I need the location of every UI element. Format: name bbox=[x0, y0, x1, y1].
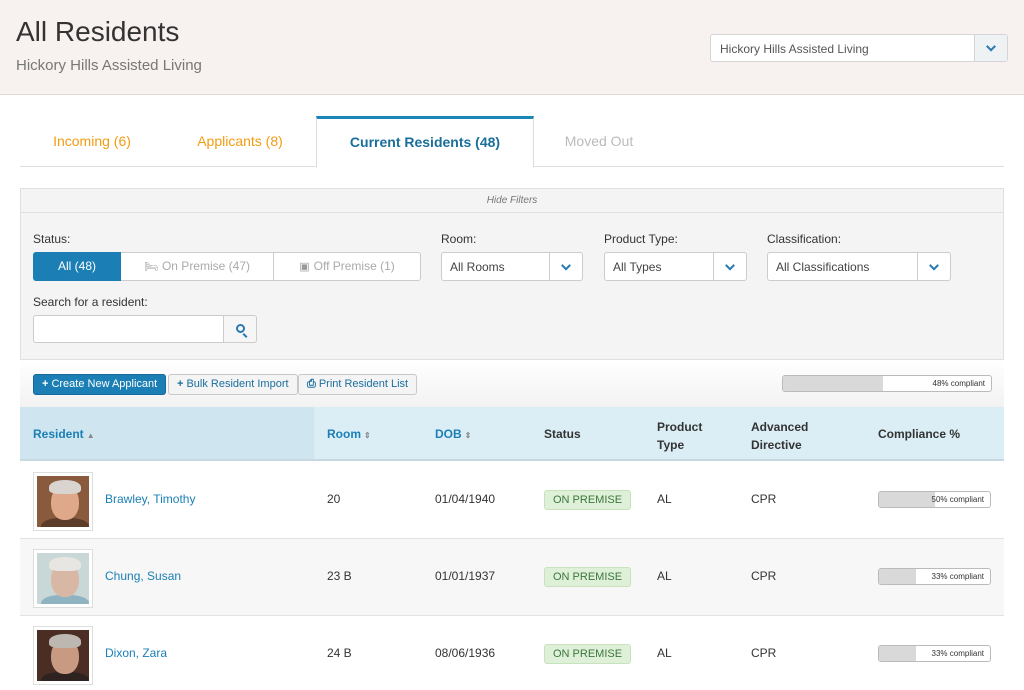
create-applicant-button[interactable]: + Create New Applicant bbox=[33, 374, 167, 395]
compliance-bar: 50% compliant bbox=[878, 491, 991, 508]
header-advanced-directive: Advanced Directive bbox=[751, 420, 809, 452]
directive-cell: CPR bbox=[751, 646, 777, 660]
search-input[interactable] bbox=[33, 315, 224, 343]
room-cell: 24 B bbox=[327, 646, 352, 660]
filters-panel: Hide Filters Status: All (48) 🛏 On Premis… bbox=[20, 188, 1004, 360]
chevron-down-icon[interactable] bbox=[713, 253, 746, 280]
status-on-premise-button[interactable]: 🛏 On Premise (47) bbox=[121, 252, 274, 281]
product-cell: AL bbox=[657, 646, 672, 660]
header-resident[interactable]: Resident ▲ bbox=[33, 427, 95, 441]
resident-photo[interactable] bbox=[33, 626, 93, 685]
status-badge: ON PREMISE bbox=[544, 644, 632, 664]
hide-filters-toggle[interactable]: Hide Filters bbox=[21, 189, 1003, 213]
search-group bbox=[33, 315, 258, 343]
facility-select-value: Hickory Hills Assisted Living bbox=[720, 42, 869, 56]
compliance-fill bbox=[879, 646, 916, 661]
directive-cell: CPR bbox=[751, 492, 777, 506]
resident-name-link[interactable]: Brawley, Timothy bbox=[105, 492, 195, 506]
compliance-fill bbox=[879, 492, 935, 507]
status-filter: All (48) 🛏 On Premise (47) ▣ Off Premise (… bbox=[33, 252, 421, 281]
page-header: All Residents Hickory Hills Assisted Liv… bbox=[0, 0, 1024, 95]
room-select-value: All Rooms bbox=[450, 260, 505, 274]
chevron-down-icon[interactable] bbox=[549, 253, 582, 280]
plus-icon: + bbox=[177, 378, 184, 390]
table-row[interactable]: Dixon, Zara 24 B 08/06/1936 ON PREMISE A… bbox=[20, 616, 1004, 690]
page-subtitle: Hickory Hills Assisted Living bbox=[16, 57, 202, 74]
table-header: Resident ▲ Room ⇕ DOB ⇕ Status Product Type… bbox=[20, 407, 1004, 461]
resident-photo[interactable] bbox=[33, 472, 93, 531]
bed-icon: 🛏 bbox=[144, 261, 158, 273]
resident-name-link[interactable]: Chung, Susan bbox=[105, 569, 181, 583]
chevron-down-icon[interactable] bbox=[917, 253, 950, 280]
plus-icon: + bbox=[42, 378, 49, 390]
header-dob[interactable]: DOB ⇕ bbox=[435, 427, 471, 441]
header-compliance: Compliance % bbox=[878, 427, 961, 441]
compliance-bar: 33% compliant bbox=[878, 568, 991, 585]
tab-incoming[interactable]: Incoming (6) bbox=[20, 116, 164, 167]
resident-name-link[interactable]: Dixon, Zara bbox=[105, 646, 167, 660]
tab-moved-out[interactable]: Moved Out bbox=[534, 116, 664, 167]
classification-select[interactable]: All Classifications bbox=[767, 252, 951, 281]
product-cell: AL bbox=[657, 492, 672, 506]
sort-icon: ⇕ bbox=[464, 431, 472, 440]
tab-current-residents[interactable]: Current Residents (48) bbox=[316, 116, 534, 168]
sort-asc-icon: ▲ bbox=[86, 431, 95, 440]
room-cell: 20 bbox=[327, 492, 341, 506]
table-row[interactable]: Brawley, Timothy 20 01/04/1940 ON PREMIS… bbox=[20, 462, 1004, 539]
search-label: Search for a resident: bbox=[33, 295, 148, 309]
classification-value: All Classifications bbox=[776, 260, 870, 274]
status-all-button[interactable]: All (48) bbox=[33, 252, 121, 281]
print-list-button[interactable]: ⎙ Print Resident List bbox=[298, 374, 418, 395]
room-select[interactable]: All Rooms bbox=[441, 252, 583, 281]
status-badge: ON PREMISE bbox=[544, 567, 632, 587]
actions-bar: + Create New Applicant + Bulk Resident Imp… bbox=[20, 361, 1004, 407]
resident-tabs: Incoming (6) Applicants (8) Current Resi… bbox=[20, 116, 1004, 168]
tab-applicants[interactable]: Applicants (8) bbox=[170, 116, 310, 167]
compliance-text: 33% compliant bbox=[931, 649, 984, 658]
briefcase-icon: ▣ bbox=[299, 261, 310, 273]
search-button[interactable] bbox=[223, 315, 257, 343]
compliance-bar: 33% compliant bbox=[878, 645, 991, 662]
compliance-fill bbox=[783, 376, 883, 391]
bulk-import-button[interactable]: + Bulk Resident Import bbox=[168, 374, 298, 395]
room-filter-label: Room: bbox=[441, 232, 477, 246]
status-filter-label: Status: bbox=[33, 232, 71, 246]
compliance-text: 50% compliant bbox=[931, 495, 984, 504]
dob-cell: 01/01/1937 bbox=[435, 569, 496, 583]
classification-filter-label: Classification: bbox=[767, 232, 842, 246]
page-title: All Residents bbox=[16, 16, 180, 47]
facility-select[interactable]: Hickory Hills Assisted Living bbox=[710, 34, 1008, 62]
search-icon bbox=[236, 324, 245, 333]
compliance-text: 33% compliant bbox=[931, 572, 984, 581]
dob-cell: 08/06/1936 bbox=[435, 646, 496, 660]
product-type-select[interactable]: All Types bbox=[604, 252, 747, 281]
table-row[interactable]: Chung, Susan 23 B 01/01/1937 ON PREMISE … bbox=[20, 539, 1004, 616]
resident-photo[interactable] bbox=[33, 549, 93, 608]
dob-cell: 01/04/1940 bbox=[435, 492, 496, 506]
header-product-type: Product Type bbox=[657, 420, 703, 452]
print-icon: ⎙ bbox=[307, 378, 316, 390]
status-badge: ON PREMISE bbox=[544, 490, 632, 510]
status-off-premise-button[interactable]: ▣ Off Premise (1) bbox=[274, 252, 421, 281]
compliance-fill bbox=[879, 569, 916, 584]
compliance-text: 48% compliant bbox=[932, 379, 985, 388]
sort-icon: ⇕ bbox=[364, 431, 371, 440]
product-filter-label: Product Type: bbox=[604, 232, 678, 246]
overall-compliance-bar: 48% compliant bbox=[782, 375, 992, 392]
header-status: Status bbox=[544, 427, 581, 441]
directive-cell: CPR bbox=[751, 569, 777, 583]
header-room[interactable]: Room ⇕ bbox=[327, 427, 371, 441]
product-type-value: All Types bbox=[613, 260, 662, 274]
room-cell: 23 B bbox=[327, 569, 352, 583]
product-cell: AL bbox=[657, 569, 672, 583]
chevron-down-icon[interactable] bbox=[974, 35, 1007, 61]
